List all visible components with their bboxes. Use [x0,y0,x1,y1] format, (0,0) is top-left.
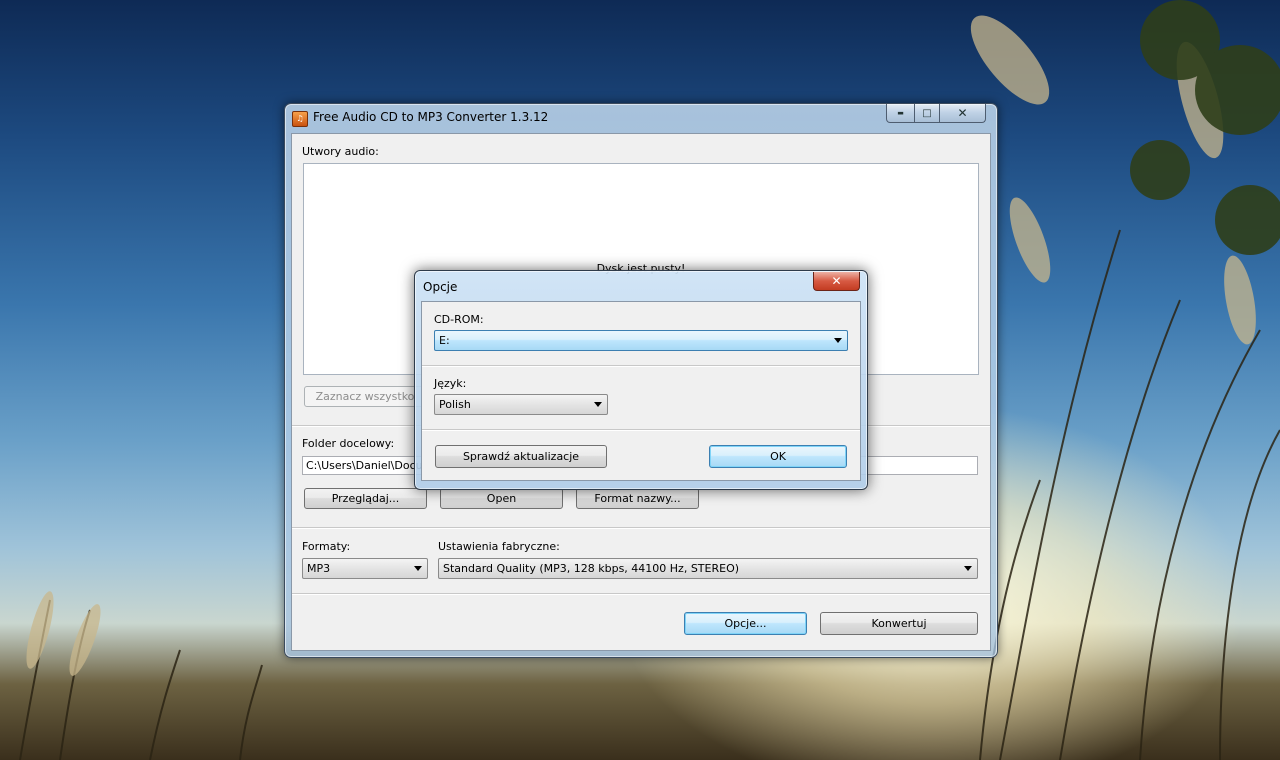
language-select[interactable]: Polish [434,394,608,415]
select-all-button[interactable]: Zaznacz wszystko [304,386,426,407]
window-controls: ▬ □ ✕ [886,104,986,123]
dialog-client-area: CD-ROM: E: Język: Polish Sprawdź aktuali… [421,301,861,481]
maximize-button[interactable]: □ [915,104,940,123]
close-button[interactable]: ✕ [940,104,986,123]
format-select-value: MP3 [307,562,331,575]
minimize-button[interactable]: ▬ [886,104,915,123]
cdrom-select[interactable]: E: [434,330,848,351]
minimize-icon: ▬ [897,109,904,117]
cdrom-select-value: E: [439,334,450,347]
separator [422,429,860,431]
open-folder-button[interactable]: Open [440,488,563,509]
chevron-down-icon [414,566,422,571]
language-select-value: Polish [439,398,471,411]
browse-button[interactable]: Przeglądaj... [304,488,427,509]
convert-button[interactable]: Konwertuj [820,612,978,635]
preset-select-value: Standard Quality (MP3, 128 kbps, 44100 H… [443,562,740,575]
preset-select[interactable]: Standard Quality (MP3, 128 kbps, 44100 H… [438,558,978,579]
presets-label: Ustawienia fabryczne: [438,540,560,553]
chevron-down-icon [834,338,842,343]
tracks-label: Utwory audio: [302,145,379,158]
dialog-title: Opcje [423,280,458,294]
app-icon: ♫ [292,111,308,127]
format-select[interactable]: MP3 [302,558,428,579]
maximize-icon: □ [922,107,932,119]
language-label: Język: [434,377,467,390]
separator [292,593,990,595]
window-title: Free Audio CD to MP3 Converter 1.3.12 [313,110,549,124]
close-icon: ✕ [831,274,842,288]
folder-label: Folder docelowy: [302,437,395,450]
separator [422,365,860,367]
dialog-close-button[interactable]: ✕ [813,272,860,291]
check-updates-button[interactable]: Sprawdź aktualizacje [435,445,607,468]
ok-button[interactable]: OK [709,445,847,468]
cdrom-label: CD-ROM: [434,313,484,326]
separator [292,527,990,529]
chevron-down-icon [594,402,602,407]
options-dialog: Opcje ✕ CD-ROM: E: Język: Polish Sprawdź… [414,270,868,490]
formats-label: Formaty: [302,540,351,553]
chevron-down-icon [964,566,972,571]
name-format-button[interactable]: Format nazwy... [576,488,699,509]
close-icon: ✕ [957,106,968,120]
options-button[interactable]: Opcje... [684,612,807,635]
